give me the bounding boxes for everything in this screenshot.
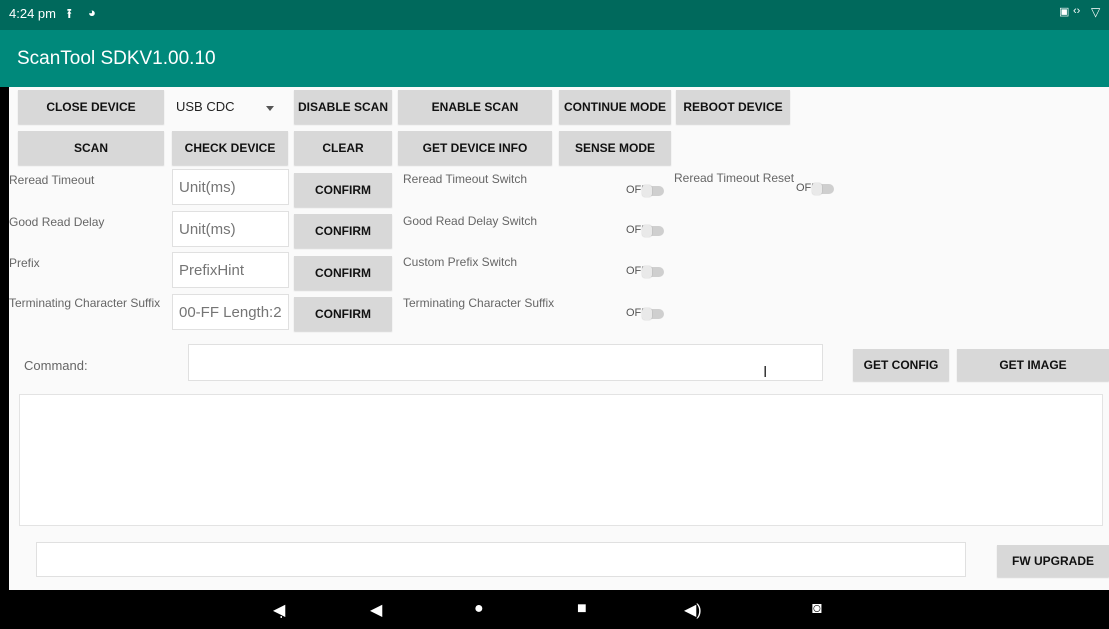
text-cursor-icon: I [763, 364, 768, 381]
get-config-button[interactable]: GET CONFIG [853, 349, 949, 381]
good-read-delay-switch[interactable]: OFF [626, 224, 672, 238]
good-read-delay-label: Good Read Delay [9, 215, 105, 229]
home-icon[interactable]: ● [474, 600, 484, 618]
fw-upgrade-button[interactable]: FW UPGRADE [997, 545, 1109, 577]
custom-prefix-switch[interactable]: OFF [626, 265, 672, 279]
good-read-delay-confirm-button[interactable]: CONFIRM [294, 214, 392, 248]
switch-thumb [642, 185, 652, 197]
switch-thumb [642, 266, 652, 278]
reread-timeout-switch-label: Reread Timeout Switch [403, 172, 528, 186]
reread-timeout-switch[interactable]: OFF [626, 184, 672, 198]
volume-down-icon[interactable]: ◀̣ [273, 600, 285, 620]
continue-mode-button[interactable]: CONTINUE MODE [559, 90, 671, 124]
sync-icon: ◕ [88, 5, 96, 20]
reread-timeout-reset-switch[interactable]: OFF [796, 182, 842, 196]
check-device-button[interactable]: CHECK DEVICE [172, 131, 288, 165]
clear-button[interactable]: CLEAR [294, 131, 392, 165]
upload-icon: ⭱ [67, 6, 72, 21]
output-area[interactable] [19, 394, 1103, 526]
terminating-suffix-switch[interactable]: OFF [626, 307, 672, 321]
close-device-button[interactable]: CLOSE DEVICE [18, 90, 164, 124]
firmware-path-input[interactable] [36, 542, 966, 577]
custom-prefix-switch-label: Custom Prefix Switch [403, 255, 518, 269]
terminating-suffix-switch-label: Terminating Character Suffix [403, 296, 555, 310]
status-time: 4:24 pm [9, 6, 56, 21]
back-icon[interactable]: ◀ [370, 600, 382, 620]
switch-thumb [642, 308, 652, 320]
get-device-info-button[interactable]: GET DEVICE INFO [398, 131, 552, 165]
terminating-suffix-confirm-button[interactable]: CONFIRM [294, 297, 392, 331]
cast-icon: ▣ [1059, 6, 1070, 18]
switch-thumb [812, 183, 822, 195]
code-icon: ‹› [1073, 5, 1081, 17]
good-read-delay-input[interactable] [172, 211, 289, 247]
sense-mode-button[interactable]: SENSE MODE [559, 131, 671, 165]
wifi-icon: ▽ [1091, 5, 1101, 19]
main-content: CLOSE DEVICE USB CDC DISABLE SCAN ENABLE… [9, 87, 1109, 590]
status-bar: 4:24 pm ⭱ ◕ ▣ ‹› ▽ [0, 0, 1109, 30]
scan-button[interactable]: SCAN [18, 131, 164, 165]
recents-icon[interactable]: ■ [577, 600, 587, 618]
app-bar: ScanTool SDKV1.00.10 [0, 30, 1109, 87]
navigation-bar: ◀̣ ◀ ● ■ ◀) ◙ [0, 590, 1109, 629]
command-label: Command: [24, 358, 88, 373]
chevron-down-icon [266, 106, 274, 111]
prefix-confirm-button[interactable]: CONFIRM [294, 256, 392, 290]
prefix-label: Prefix [9, 256, 40, 270]
reread-timeout-reset-label: Reread Timeout Reset [674, 171, 795, 185]
connection-select-value: USB CDC [176, 99, 235, 114]
reread-timeout-confirm-button[interactable]: CONFIRM [294, 173, 392, 207]
reread-timeout-label: Reread Timeout [9, 173, 95, 187]
terminating-suffix-label: Terminating Character Suffix [9, 296, 161, 310]
prefix-input[interactable] [172, 252, 289, 288]
reboot-device-button[interactable]: REBOOT DEVICE [676, 90, 790, 124]
connection-select[interactable]: USB CDC [172, 90, 294, 124]
command-input[interactable] [188, 344, 823, 381]
reread-timeout-input[interactable] [172, 169, 289, 205]
disable-scan-button[interactable]: DISABLE SCAN [294, 90, 392, 124]
switch-thumb [642, 225, 652, 237]
app-title: ScanTool SDKV1.00.10 [17, 48, 216, 69]
enable-scan-button[interactable]: ENABLE SCAN [398, 90, 552, 124]
good-read-delay-switch-label: Good Read Delay Switch [403, 214, 538, 228]
camera-icon[interactable]: ◙ [812, 600, 822, 618]
terminating-suffix-input[interactable] [172, 294, 289, 330]
volume-up-icon[interactable]: ◀) [684, 600, 702, 620]
get-image-button[interactable]: GET IMAGE [957, 349, 1109, 381]
